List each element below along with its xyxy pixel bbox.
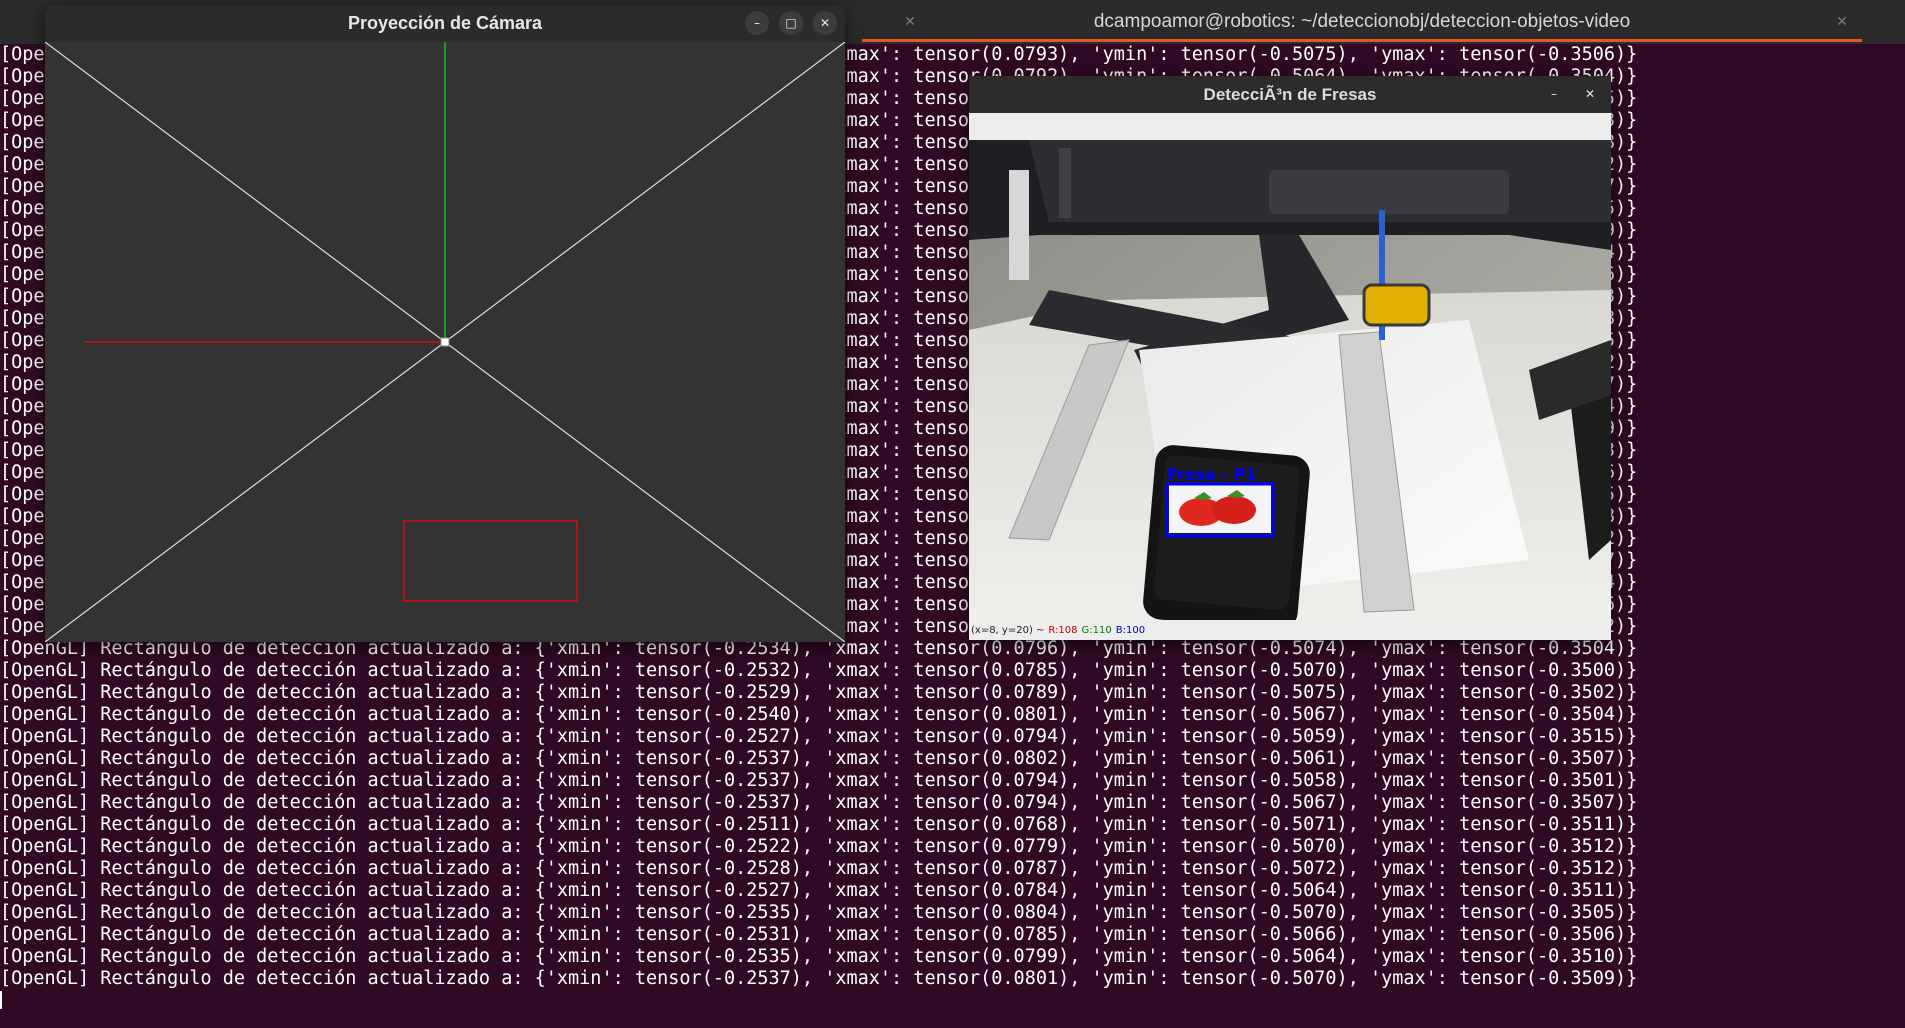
terminal-line: [OpenGL] Rectángulo de detección actuali… [0,660,1638,681]
pixel-green-value: G:110 [1081,624,1112,636]
terminal-tab-title: dcampoamor@robotics: ~/deteccionobj/dete… [1093,11,1631,32]
terminal-line: [OpenGL] Rectángulo de detección actuali… [0,924,1638,945]
tape-measure [1362,283,1431,327]
opengl-canvas[interactable] [45,42,845,642]
screen-sidebar [1059,148,1071,218]
terminal-line: [OpenGL] Rectángulo de detección actuali… [0,704,1638,725]
terminal-prompt[interactable] [0,990,1905,1012]
pixel-blue-value: B:100 [1115,624,1146,636]
strawberry [1212,496,1256,524]
screen-window [1269,170,1509,214]
window-title: Proyección de Cámara [347,13,543,33]
window-title: DetecciÃ³n de Fresas [1203,84,1377,104]
detection-window: DetecciÃ³n de Fresas – ✕ Fresa - P1 (x=8… [969,76,1611,640]
sticker [1009,170,1029,280]
active-tab-indicator [862,39,1862,42]
projection-window: Proyección de Cámara – □ ✕ [45,5,845,642]
maximize-icon[interactable]: □ [779,11,803,35]
status-bar: (x=8, y=20) ~ R:108 G:110 B:100 [969,620,1611,640]
terminal-tab[interactable]: dcampoamor@robotics: ~/deteccionobj/dete… [862,0,1862,44]
terminal-line: [OpenGL] Rectángulo de detección actuali… [0,792,1638,813]
terminal-line: [OpenGL] Rectángulo de detección actuali… [0,770,1638,791]
toolbar [969,113,1611,140]
projection-window-titlebar[interactable]: Proyección de Cámara – □ ✕ [45,5,845,42]
terminal-line: [OpenGL] Rectángulo de detección actuali… [0,682,1638,703]
terminal-line: [OpenGL] Rectángulo de detección actuali… [0,748,1638,769]
close-icon[interactable]: ✕ [813,11,837,35]
terminal-line: [OpenGL] Rectángulo de detección actuali… [0,902,1638,923]
terminal-line: [OpenGL] Rectángulo de detección actuali… [0,968,1638,989]
detection-window-titlebar[interactable]: DetecciÃ³n de Fresas – ✕ [969,76,1611,113]
pixel-red-value: R:108 [1048,624,1078,636]
cursor-coordinates: (x=8, y=20) ~ [971,624,1045,636]
minimize-icon[interactable]: – [1543,83,1565,105]
terminal-line: [OpenGL] Rectángulo de detección actuali… [0,814,1638,835]
camera-feed[interactable]: Fresa - P1 [969,140,1611,620]
minimize-icon[interactable]: – [745,11,769,35]
terminal-line: [OpenGL] Rectángulo de detección actuali… [0,946,1638,967]
close-icon[interactable]: ✕ [1830,10,1854,34]
detection-label: Fresa - P1 [1167,465,1257,484]
terminal-line: [OpenGL] Rectángulo de detección actuali… [0,858,1638,879]
terminal-line: [OpenGL] Rectángulo de detección actuali… [0,726,1638,747]
terminal-cursor [0,991,2,1009]
close-icon[interactable]: ✕ [1579,83,1601,105]
terminal-line: [OpenGL] Rectángulo de detección actuali… [0,836,1638,857]
terminal-line: [OpenGL] Rectángulo de detección actuali… [0,880,1638,901]
origin-marker [440,337,450,347]
